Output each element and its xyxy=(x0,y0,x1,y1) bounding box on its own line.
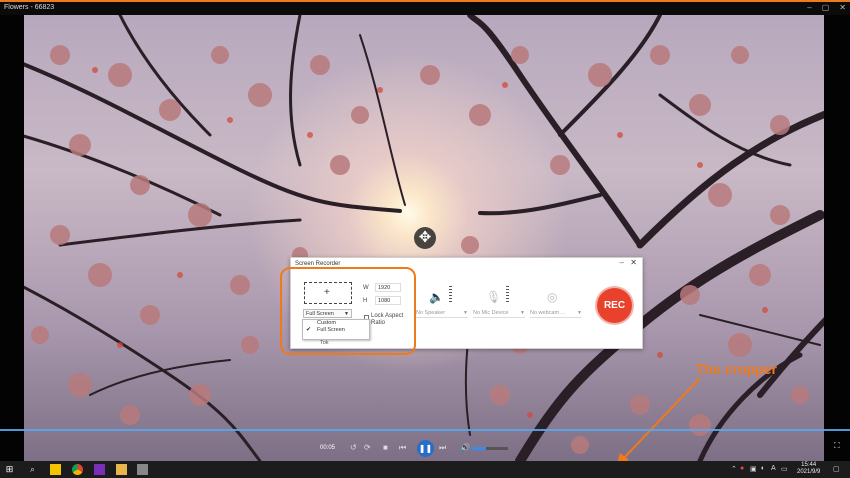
speaker-tray-icon[interactable]: ◖ xyxy=(760,465,764,472)
sticky-notes-icon[interactable] xyxy=(50,464,61,475)
rewind-button[interactable]: ↺ xyxy=(350,443,357,452)
annotation-label: The cropper xyxy=(696,361,777,377)
windows-start-icon[interactable]: ⊞ xyxy=(4,464,15,475)
seek-bar[interactable] xyxy=(0,429,850,431)
fullscreen-icon[interactable]: ⛶ xyxy=(834,441,840,451)
volume-fill xyxy=(472,447,487,450)
pause-icon[interactable]: ❚❚ xyxy=(417,440,434,457)
keyboard-icon[interactable]: ▭ xyxy=(781,465,788,473)
playback-time: 00:05 xyxy=(320,445,336,451)
input-method-indicator[interactable]: A xyxy=(771,465,776,472)
volume-icon[interactable]: 🔊 xyxy=(460,443,470,452)
clock[interactable]: 15:44 2021/9/9 xyxy=(797,462,820,476)
recorder-app-icon[interactable] xyxy=(94,464,105,475)
replay-button[interactable]: ⟳ xyxy=(364,443,371,452)
annotation-arrow xyxy=(616,377,701,467)
notification-icon[interactable]: ▢ xyxy=(833,465,840,473)
stop-button[interactable]: ■ xyxy=(383,443,388,452)
clock-time: 15:44 xyxy=(801,462,817,468)
volume-slider[interactable] xyxy=(472,447,508,450)
file-explorer-icon[interactable] xyxy=(116,464,127,475)
taskbar: ⊞ ⌕ ⌃ ● ▣ ◖ A ▭ 15:44 2021/9/9 ▢ xyxy=(0,461,850,478)
app-icon[interactable] xyxy=(137,464,148,475)
clock-date: 2021/9/9 xyxy=(797,469,821,475)
search-icon[interactable]: ⌕ xyxy=(27,464,38,475)
next-button[interactable]: ⏭ xyxy=(439,443,446,453)
chevron-up-icon[interactable]: ⌃ xyxy=(731,465,737,473)
tray-app-icon[interactable]: ● xyxy=(740,465,744,472)
chrome-icon[interactable] xyxy=(72,464,83,475)
player-controls: 00:05 ↺ ⟳ ■ ⏮ ❚❚ ⏭ 🔊 xyxy=(0,440,850,458)
previous-button[interactable]: ⏮ xyxy=(399,443,406,453)
network-icon[interactable]: ▣ xyxy=(750,465,757,473)
